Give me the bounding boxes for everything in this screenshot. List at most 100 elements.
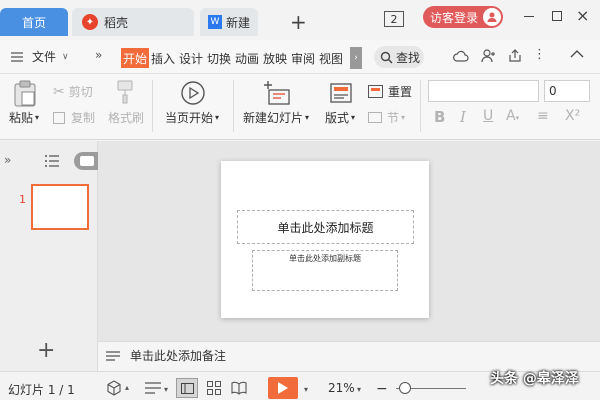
slide-thumbnail[interactable] — [31, 184, 89, 230]
tab-insert[interactable]: 插入 — [149, 48, 177, 68]
tab-transition[interactable]: 切换 — [205, 48, 233, 68]
section-button[interactable]: 节 ▾ — [368, 109, 405, 126]
tab-view[interactable]: 视图 — [317, 48, 345, 68]
more-options-icon[interactable]: ⋮ — [533, 47, 546, 62]
tab-slideshow-label: 放映 — [262, 51, 287, 66]
tab-design[interactable]: 设计 — [177, 48, 205, 68]
normal-view-button[interactable] — [176, 378, 198, 398]
tab-review[interactable]: 审阅 — [289, 48, 317, 68]
share-icon[interactable] — [508, 49, 522, 66]
dropdown-icon: ▾ — [35, 113, 40, 122]
zoom-slider-handle[interactable] — [399, 382, 411, 394]
play-slideshow-button[interactable] — [268, 377, 298, 399]
title-placeholder[interactable]: 单击此处添加标题 — [237, 210, 414, 244]
caret-down-icon[interactable]: ▾ — [164, 385, 168, 394]
tab-review-label: 审阅 — [290, 51, 315, 66]
subtitle-placeholder[interactable]: 单击此处添加副标题 — [252, 250, 398, 291]
slide-sorter-icon[interactable] — [207, 381, 221, 398]
add-slide-button[interactable]: + — [37, 340, 55, 362]
format-painter-label: 格式刷 — [108, 111, 145, 125]
zoom-out-button[interactable]: − — [376, 381, 388, 397]
dropdown-icon: ▾ — [401, 113, 406, 122]
ribbon-divider — [152, 80, 153, 132]
italic-button[interactable]: I — [460, 108, 466, 126]
layout-label: 版式 — [325, 111, 350, 125]
outline-view-icon[interactable] — [45, 155, 59, 170]
tab-daoke[interactable]: ✦ 稻壳 — [72, 8, 194, 36]
collapse-ribbon-icon[interactable] — [570, 48, 584, 62]
zoom-caret-icon[interactable]: ▾ — [357, 385, 361, 394]
play-from-current-button[interactable]: 当页开始 ▾ — [165, 109, 219, 126]
more-menus-icon[interactable]: » — [95, 48, 102, 62]
scissors-icon: ✂ — [53, 83, 65, 100]
guest-login-label: 访客登录 — [430, 10, 479, 25]
paste-icon — [12, 80, 38, 111]
tab-slideshow[interactable]: 放映 — [261, 48, 289, 68]
search-label: 查找 — [396, 50, 421, 65]
section-label: 节 — [387, 111, 400, 125]
guest-login-button[interactable]: 访客登录 — [423, 6, 503, 28]
layout-icon — [330, 83, 352, 106]
font-name-select[interactable] — [428, 80, 539, 102]
maximize-button[interactable] — [552, 11, 562, 21]
underline-button[interactable]: U — [483, 108, 493, 124]
section-icon — [368, 112, 382, 123]
notes-toggle-icon[interactable] — [145, 382, 161, 398]
add-tab-button[interactable]: + — [290, 12, 307, 32]
strikethrough-icon[interactable]: ≡ — [537, 108, 549, 124]
tab-new-document[interactable]: W 新建 — [200, 8, 258, 36]
cut-button[interactable]: ✂ 剪切 — [53, 83, 93, 100]
search-button[interactable]: 查找 — [374, 46, 424, 68]
window-count-badge[interactable]: 2 — [384, 11, 404, 27]
bold-button[interactable]: B — [434, 108, 445, 126]
layout-button[interactable]: 版式 ▾ — [325, 109, 355, 126]
tab-insert-label: 插入 — [150, 51, 175, 66]
zoom-level[interactable]: 21% — [328, 381, 355, 395]
document-w-icon: W — [208, 15, 222, 29]
slide-view-toggle[interactable] — [74, 152, 100, 170]
slide-thumbnail-panel — [0, 141, 98, 371]
collapse-panel-icon[interactable]: » — [4, 153, 11, 167]
close-button[interactable]: × — [576, 6, 589, 25]
reset-icon — [368, 85, 383, 98]
copy-button[interactable]: 复制 — [53, 109, 95, 126]
superscript-button[interactable]: X² — [565, 108, 580, 124]
minimize-button[interactable] — [524, 16, 534, 17]
ribbon-divider — [420, 80, 421, 132]
tab-home[interactable]: 首页 — [0, 8, 68, 36]
caret-up-icon[interactable]: ▴ — [125, 383, 129, 392]
notes-icon — [106, 350, 120, 364]
slide-count: 幻灯片 1 / 1 — [8, 383, 75, 397]
font-size-select[interactable]: 0 — [544, 80, 590, 102]
cloud-icon[interactable] — [453, 50, 469, 66]
tab-start-label: 开始 — [122, 51, 147, 66]
play-current-label: 当页开始 — [165, 111, 214, 125]
ribbon-divider — [233, 80, 234, 132]
format-painter-button[interactable]: 格式刷 — [108, 109, 144, 126]
slide-number: 1 — [19, 193, 26, 206]
cut-label: 剪切 — [68, 85, 93, 99]
font-color-button[interactable]: A▾ — [506, 108, 519, 124]
new-slide-button[interactable]: 新建幻灯片 ▾ — [243, 109, 309, 126]
file-menu-label: 文件 — [32, 50, 57, 64]
copy-icon — [53, 111, 65, 124]
hamburger-icon[interactable] — [11, 51, 23, 65]
notes-placeholder[interactable]: 单击此处添加备注 — [130, 347, 226, 364]
reset-button[interactable]: 重置 — [368, 83, 412, 100]
paste-button[interactable]: 粘贴 ▾ — [9, 109, 39, 126]
tab-animation[interactable]: 动画 — [233, 48, 261, 68]
tabs-scroll-right-button[interactable]: › — [350, 47, 362, 69]
cube-icon[interactable] — [106, 380, 122, 399]
avatar-icon — [483, 8, 501, 26]
zoom-slider[interactable] — [396, 382, 466, 394]
caret-down-icon[interactable]: ▾ — [304, 385, 308, 394]
share-user-icon[interactable] — [481, 49, 496, 66]
watermark: 头条 @皋泽泽 — [490, 371, 579, 387]
tab-daoke-label: 稻壳 — [104, 15, 129, 30]
tab-start[interactable]: 开始 — [121, 48, 149, 68]
reading-view-icon[interactable] — [231, 381, 247, 398]
search-icon — [380, 51, 393, 64]
copy-label: 复制 — [71, 111, 96, 125]
file-menu[interactable]: 文件 ∨ — [32, 48, 69, 65]
format-painter-icon — [114, 80, 136, 107]
